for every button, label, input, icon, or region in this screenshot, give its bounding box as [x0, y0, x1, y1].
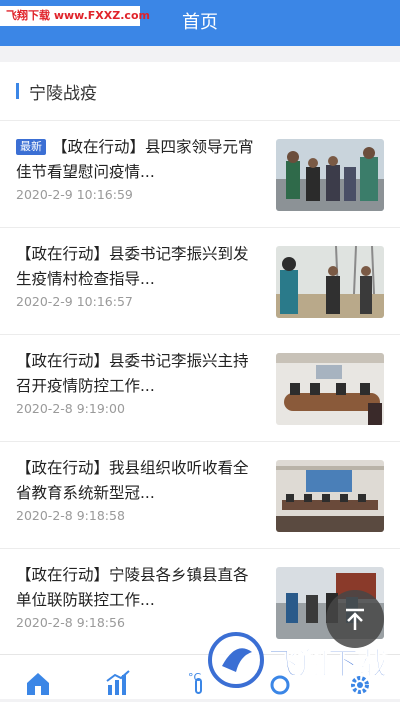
news-title: 最新 【政在行动】县四家领导元宵佳节看望慰问疫情... — [16, 135, 256, 185]
new-badge: 最新 — [16, 139, 46, 155]
news-thumbnail[interactable] — [276, 139, 384, 211]
news-item[interactable]: 【政在行动】我县组织收听收看全省教育系统新型冠... 2020-2-8 9:18… — [0, 442, 400, 549]
section-accent-bar — [16, 83, 19, 99]
news-panel: 宁陵战疫 最新 【政在行动】县四家领导元宵佳节看望慰问疫情... 2020-2-9… — [0, 62, 400, 654]
news-thumbnail[interactable] — [276, 353, 384, 425]
news-title: 【政在行动】县委书记李振兴主持召开疫情防控工作... — [16, 349, 256, 399]
chart-icon[interactable] — [104, 669, 132, 697]
news-date: 2020-2-9 10:16:59 — [16, 187, 133, 202]
news-title-text: 【政在行动】县四家领导元宵佳节看望慰问疫情... — [16, 138, 254, 181]
news-thumbnail[interactable] — [276, 460, 384, 532]
news-title: 【政在行动】县委书记李振兴到发生疫情村检查指导... — [16, 242, 256, 292]
news-date: 2020-2-9 10:16:57 — [16, 294, 133, 309]
svg-text:°C: °C — [188, 671, 202, 684]
news-item[interactable]: 最新 【政在行动】县四家领导元宵佳节看望慰问疫情... 2020-2-9 10:1… — [0, 121, 400, 228]
news-date: 2020-2-8 9:19:00 — [16, 401, 125, 416]
page-title: 首页 — [182, 12, 218, 33]
news-date: 2020-2-8 9:18:56 — [16, 615, 125, 630]
news-item[interactable]: 【政在行动】县委书记李振兴到发生疫情村检查指导... 2020-2-9 10:1… — [0, 228, 400, 335]
news-title: 【政在行动】宁陵县各乡镇县直各单位联防联控工作... — [16, 563, 256, 613]
home-icon[interactable] — [24, 669, 52, 697]
section-header: 宁陵战疫 — [0, 62, 400, 121]
news-date: 2020-2-8 9:18:58 — [16, 508, 125, 523]
news-title: 【政在行动】我县组织收听收看全省教育系统新型冠... — [16, 456, 256, 506]
news-title-text: 【政在行动】我县组织收听收看全省教育系统新型冠... — [16, 459, 249, 502]
news-title-text: 【政在行动】县委书记李振兴到发生疫情村检查指导... — [16, 245, 249, 288]
fxxz-watermark-logo: 飞翔下载 — [206, 626, 400, 698]
news-thumbnail[interactable] — [276, 246, 384, 318]
top-navigation-bar: 飞翔下载 www.FXXZ.com 首页 — [0, 0, 400, 46]
section-title: 宁陵战疫 — [29, 83, 97, 104]
news-title-text: 【政在行动】宁陵县各乡镇县直各单位联防联控工作... — [16, 566, 249, 609]
svg-text:飞翔下载: 飞翔下载 — [268, 647, 388, 682]
news-item[interactable]: 【政在行动】县委书记李振兴主持召开疫情防控工作... 2020-2-8 9:19… — [0, 335, 400, 442]
news-title-text: 【政在行动】县委书记李振兴主持召开疫情防控工作... — [16, 352, 249, 395]
